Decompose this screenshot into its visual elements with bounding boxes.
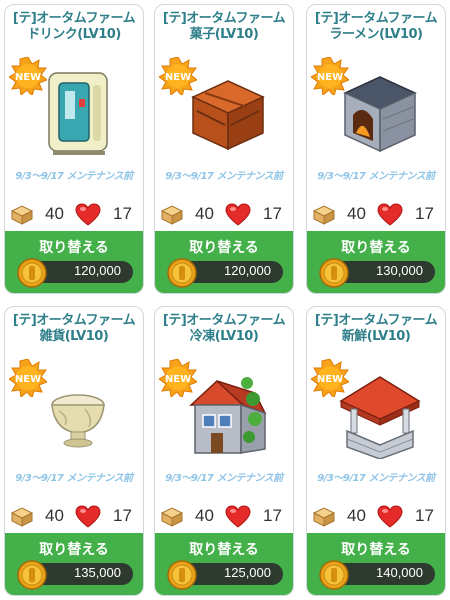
box-count: 40 — [45, 506, 64, 525]
box-count: 40 — [347, 204, 366, 223]
maintenance-notice: 9/3～9/17 メンテナンス前 — [15, 171, 133, 182]
price-value: 140,000 — [376, 565, 423, 580]
maintenance-notice: 9/3～9/17 メンテナンス前 — [317, 171, 435, 182]
box-count: 40 — [195, 204, 214, 223]
coin-icon — [167, 258, 197, 288]
heart-count: 17 — [415, 204, 434, 223]
item-title: [テ]オータムファーム 冷凍(LV10) — [162, 313, 286, 344]
heart-icon — [377, 203, 403, 226]
exchange-button[interactable]: 取り替える 140,000 — [307, 533, 445, 595]
exchange-button[interactable]: 取り替える 120,000 — [5, 231, 143, 293]
stone-oven-icon — [343, 76, 417, 153]
item-title: [テ]オータムファーム 菓子(LV10) — [162, 11, 286, 42]
heart-count: 17 — [263, 506, 282, 525]
coin-icon — [17, 258, 47, 288]
item-title: [テ]オータムファーム ラーメン(LV10) — [314, 11, 438, 42]
heart-icon — [225, 203, 251, 226]
item-title: [テ]オータムファーム ドリンク(LV10) — [12, 11, 136, 42]
exchange-button[interactable]: 取り替える 120,000 — [155, 231, 293, 293]
exchange-button[interactable]: 取り替える 125,000 — [155, 533, 293, 595]
price-value: 130,000 — [376, 263, 423, 278]
item-exchange-grid: [テ]オータムファーム ドリンク(LV10) NEW 9/3～9/17 メンテナ… — [4, 4, 446, 596]
wooden-crate-icon — [191, 80, 265, 151]
heart-count: 17 — [113, 204, 132, 223]
maintenance-notice: 9/3～9/17 メンテナンス前 — [165, 171, 283, 182]
item-card[interactable]: [テ]オータムファーム 冷凍(LV10) NEW 9/3～9/17 メンテナンス… — [154, 306, 294, 596]
maintenance-notice: 9/3～9/17 メンテナンス前 — [165, 473, 283, 484]
heart-icon — [225, 505, 251, 528]
item-stats: 40 17 — [307, 503, 445, 531]
exchange-label: 取り替える — [341, 240, 411, 256]
price-value: 120,000 — [74, 263, 121, 278]
exchange-button[interactable]: 取り替える 130,000 — [307, 231, 445, 293]
price-value: 120,000 — [224, 263, 271, 278]
item-title: [テ]オータムファーム 新鮮(LV10) — [314, 313, 438, 344]
item-title: [テ]オータムファーム 雑貨(LV10) — [12, 313, 136, 344]
item-card[interactable]: [テ]オータムファーム 新鮮(LV10) NEW 9/3～9/17 メンテナンス… — [306, 306, 446, 596]
exchange-label: 取り替える — [39, 240, 109, 256]
ivy-house-icon — [189, 377, 267, 454]
box-icon — [313, 205, 335, 225]
box-icon — [11, 205, 33, 225]
heart-icon — [377, 505, 403, 528]
box-icon — [11, 507, 33, 527]
heart-count: 17 — [415, 506, 434, 525]
box-icon — [161, 205, 183, 225]
item-card[interactable]: [テ]オータムファーム 雑貨(LV10) NEW 9/3～9/17 メンテナンス… — [4, 306, 144, 596]
exchange-button[interactable]: 取り替える 135,000 — [5, 533, 143, 595]
price-value: 135,000 — [74, 565, 121, 580]
exchange-label: 取り替える — [189, 240, 259, 256]
box-count: 40 — [195, 506, 214, 525]
price-value: 125,000 — [224, 565, 271, 580]
exchange-label: 取り替える — [189, 542, 259, 558]
coin-icon — [319, 258, 349, 288]
box-icon — [313, 507, 335, 527]
item-card[interactable]: [テ]オータムファーム ドリンク(LV10) NEW 9/3～9/17 メンテナ… — [4, 4, 144, 294]
item-stats: 40 17 — [5, 201, 143, 229]
item-stats: 40 17 — [307, 201, 445, 229]
marble-bowl-icon — [51, 394, 105, 448]
box-count: 40 — [45, 204, 64, 223]
item-stats: 40 17 — [155, 201, 293, 229]
exchange-label: 取り替える — [341, 542, 411, 558]
item-card[interactable]: [テ]オータムファーム 菓子(LV10) NEW 9/3～9/17 メンテナンス… — [154, 4, 294, 294]
coin-icon — [319, 560, 349, 590]
item-card[interactable]: [テ]オータムファーム ラーメン(LV10) NEW 9/3～9/17 メンテナ… — [306, 4, 446, 294]
heart-icon — [75, 505, 101, 528]
vending-machine-icon — [48, 72, 108, 155]
heart-count: 17 — [263, 204, 282, 223]
maintenance-notice: 9/3～9/17 メンテナンス前 — [317, 473, 435, 484]
box-icon — [161, 507, 183, 527]
box-count: 40 — [347, 506, 366, 525]
coin-icon — [17, 560, 47, 590]
item-stats: 40 17 — [155, 503, 293, 531]
coin-icon — [167, 560, 197, 590]
heart-count: 17 — [113, 506, 132, 525]
stone-well-icon — [339, 376, 421, 459]
exchange-label: 取り替える — [39, 542, 109, 558]
item-stats: 40 17 — [5, 503, 143, 531]
heart-icon — [75, 203, 101, 226]
maintenance-notice: 9/3～9/17 メンテナンス前 — [15, 473, 133, 484]
